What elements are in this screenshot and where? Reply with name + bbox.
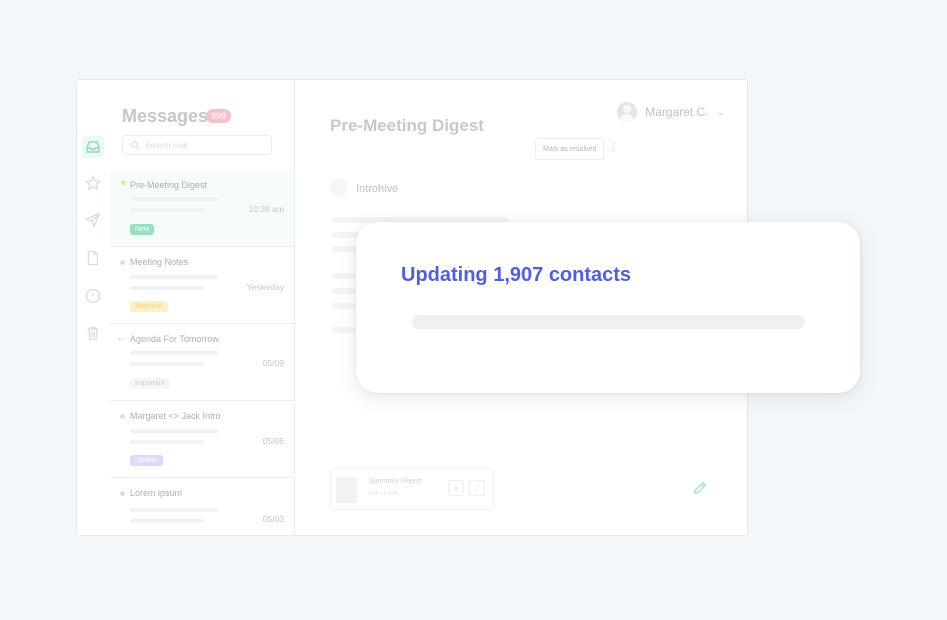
progress-bar bbox=[412, 315, 805, 329]
dialog-title: Updating 1,907 contacts bbox=[401, 264, 632, 286]
progress-dialog: Updating 1,907 contacts bbox=[356, 222, 860, 393]
